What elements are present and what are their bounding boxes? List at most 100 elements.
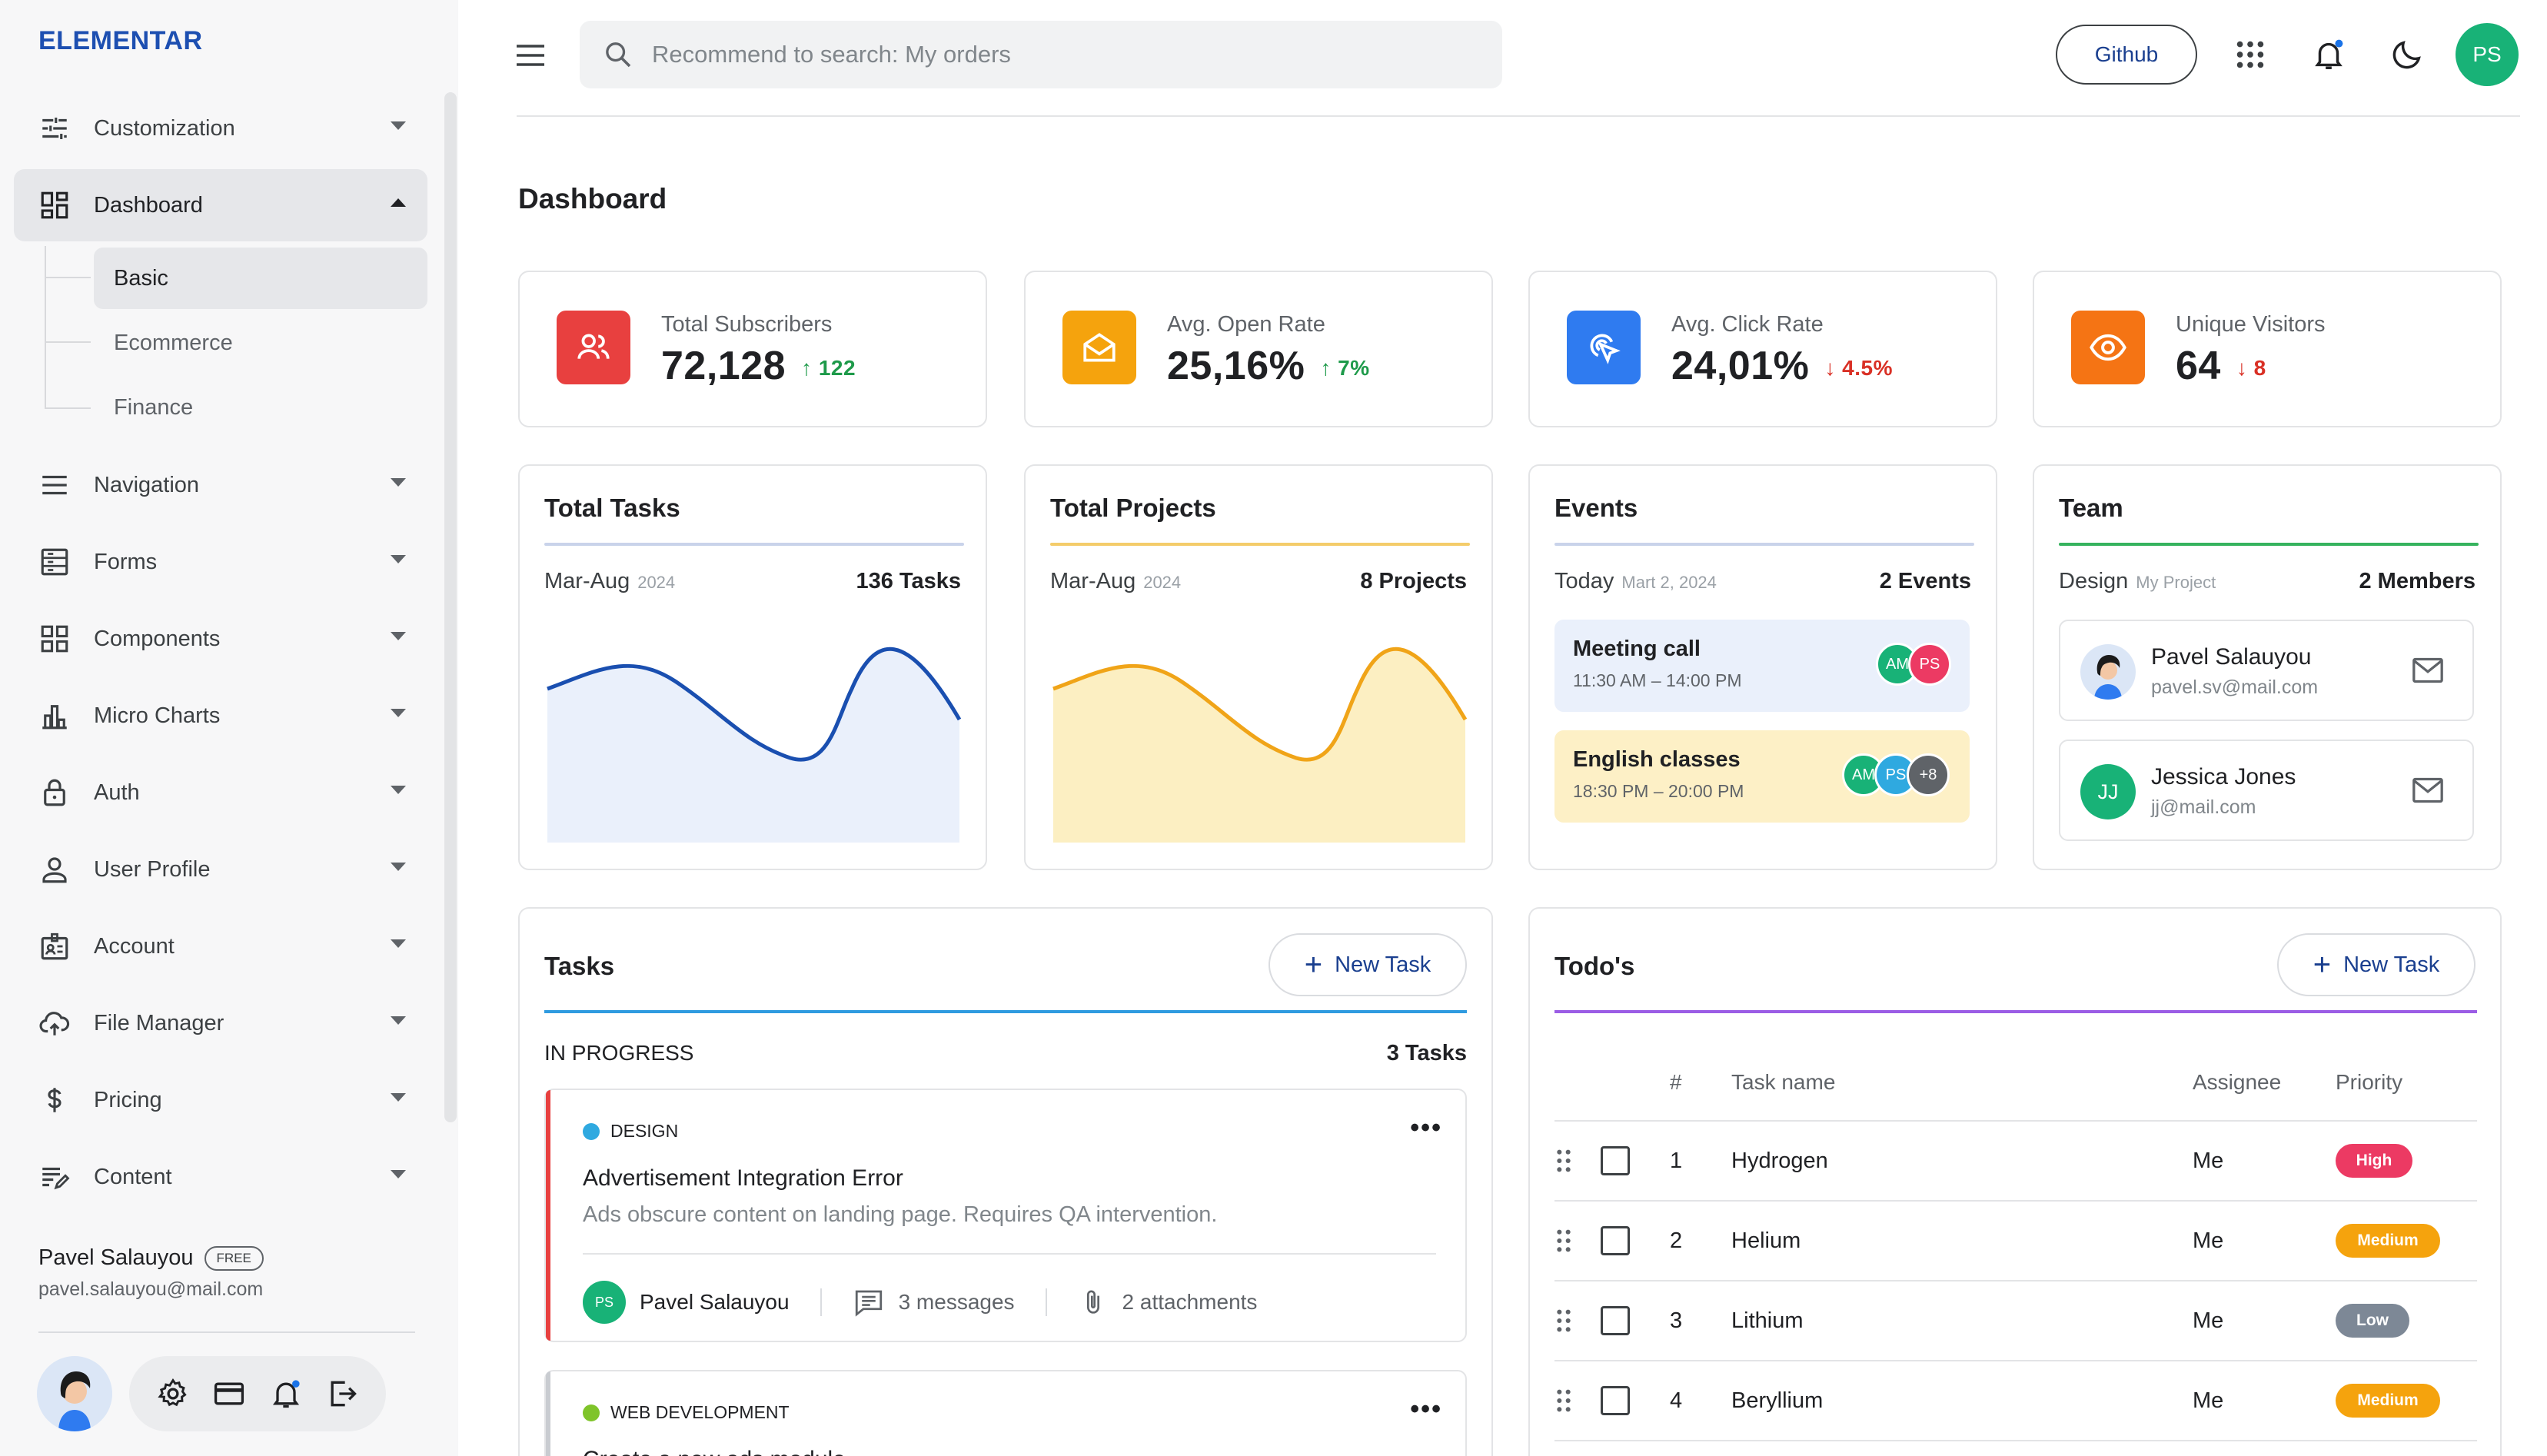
todos-panel: Todo's + New Task # Task name Assignee Pr… <box>1528 907 2502 1456</box>
attachment-icon <box>1086 1290 1099 1314</box>
row-number: 3 <box>1670 1281 1731 1361</box>
card-divider <box>544 543 964 546</box>
task-card[interactable]: WEB DEVELOPMENT ••• Create a new ads mod… <box>544 1370 1467 1456</box>
app-logo[interactable]: ELEMENTAR <box>38 26 203 56</box>
task-name: Hydrogen <box>1731 1121 2193 1202</box>
chevron-down-icon <box>391 478 406 487</box>
member-email: pavel.sv@mail.com <box>2151 676 2319 698</box>
sidebar-scrollbar[interactable] <box>444 92 457 1122</box>
attachments-count[interactable]: 2 attachments <box>1122 1290 1258 1315</box>
new-task-button[interactable]: + New Task <box>2277 933 2476 996</box>
edit-list-icon <box>42 1167 70 1190</box>
drag-handle-icon[interactable] <box>1554 1148 1573 1174</box>
mail-icon[interactable] <box>2411 775 2445 806</box>
more-options-icon[interactable]: ••• <box>1410 1395 1442 1424</box>
panel-title: Tasks <box>544 952 615 980</box>
sidebar-item-user-profile[interactable]: User Profile <box>14 833 427 906</box>
row-number: 2 <box>1670 1201 1731 1281</box>
sidebar-item-dashboard[interactable]: Dashboard <box>14 169 427 241</box>
card-title: Total Tasks <box>544 494 680 522</box>
event-item[interactable]: English classes 18:30 PM – 20:00 PM AM P… <box>1554 730 1970 823</box>
arrow-down-icon: ↓ <box>1824 356 1843 381</box>
gear-icon[interactable] <box>156 1377 190 1411</box>
col-task-name: Task name <box>1731 1044 2193 1122</box>
sidebar-subitem-ecommerce[interactable]: Ecommerce <box>94 312 427 374</box>
sidebar-subitem-finance[interactable]: Finance <box>94 377 427 438</box>
github-button[interactable]: Github <box>2056 25 2197 85</box>
dark-mode-moon-icon[interactable] <box>2389 37 2425 72</box>
task-title: Create a new ads module <box>583 1447 846 1456</box>
total-tasks-card: Total Tasks Mar-Aug 2024 136 Tasks <box>518 464 987 870</box>
period-year: 2024 <box>1143 573 1182 592</box>
row-checkbox[interactable] <box>1601 1386 1630 1415</box>
task-status-label: IN PROGRESS <box>544 1041 694 1065</box>
assignee: Me <box>2193 1361 2336 1441</box>
stat-card-open-rate: Avg. Open Rate 25,16% ↑ 7% <box>1024 271 1493 427</box>
notification-bell-icon[interactable] <box>2311 37 2346 72</box>
sidebar-item-forms[interactable]: Forms <box>14 526 427 598</box>
user-avatar[interactable]: PS <box>2456 23 2519 86</box>
stat-value: 24,01% <box>1671 344 1810 388</box>
bar-chart-icon <box>42 705 67 730</box>
tasks-area-chart <box>547 647 962 843</box>
search-bar[interactable] <box>580 21 1502 88</box>
drag-handle-icon[interactable] <box>1554 1388 1573 1414</box>
cloud-upload-icon <box>39 1012 70 1035</box>
avatar[interactable] <box>37 1356 112 1431</box>
stat-card-click-rate: Avg. Click Rate 24,01% ↓ 4.5% <box>1528 271 1997 427</box>
search-input[interactable] <box>652 41 1421 68</box>
drag-handle-icon[interactable] <box>1554 1308 1573 1334</box>
grid-icon <box>41 625 68 653</box>
sidebar-item-micro-charts[interactable]: Micro Charts <box>14 680 427 752</box>
sidebar-item-content[interactable]: Content <box>14 1141 427 1213</box>
period-year: 2024 <box>637 573 676 592</box>
notification-bell-icon[interactable] <box>269 1377 303 1411</box>
avatar-illustration <box>2094 655 2122 700</box>
sidebar-item-pricing[interactable]: Pricing <box>14 1064 427 1136</box>
assignee: Me <box>2193 1281 2336 1361</box>
chevron-down-icon <box>391 709 406 717</box>
sidebar-item-account[interactable]: Account <box>14 910 427 982</box>
row-checkbox[interactable] <box>1601 1226 1630 1255</box>
stat-card-subscribers: Total Subscribers 72,128 ↑ 122 <box>518 271 987 427</box>
stat-card-visitors: Unique Visitors 64 ↓ 8 <box>2033 271 2502 427</box>
dashboard-subnav: Basic Ecommerce Finance <box>14 246 427 440</box>
sidebar-subitem-basic[interactable]: Basic <box>94 248 427 309</box>
task-card[interactable]: DESIGN ••• Advertisement Integration Err… <box>544 1089 1467 1342</box>
hamburger-menu-icon[interactable] <box>514 40 547 71</box>
col-assignee: Assignee <box>2193 1044 2336 1122</box>
sidebar-item-navigation[interactable]: Navigation <box>14 449 427 521</box>
tasks-panel: Tasks + New Task IN PROGRESS 3 Tasks DESI… <box>518 907 1493 1456</box>
sidebar-item-label: Navigation <box>94 472 200 497</box>
apps-grid-icon[interactable] <box>2233 37 2268 72</box>
plus-icon: + <box>1304 947 1323 982</box>
new-task-button[interactable]: + New Task <box>1269 933 1467 996</box>
sidebar-item-file-manager[interactable]: File Manager <box>14 987 427 1059</box>
team-member[interactable]: Pavel Salauyou pavel.sv@mail.com <box>2059 620 2474 721</box>
plan-badge: FREE <box>204 1245 264 1271</box>
row-checkbox[interactable] <box>1601 1146 1630 1175</box>
mail-icon[interactable] <box>2411 655 2445 686</box>
divider <box>583 1253 1436 1255</box>
credit-card-icon[interactable] <box>212 1377 246 1411</box>
sidebar-item-components[interactable]: Components <box>14 603 427 675</box>
divider <box>1045 1288 1047 1316</box>
drag-handle-icon[interactable] <box>1554 1228 1573 1254</box>
event-item[interactable]: Meeting call 11:30 AM – 14:00 PM AM PS <box>1554 620 1970 712</box>
messages-count[interactable]: 3 messages <box>899 1290 1015 1315</box>
team-member[interactable]: JJ Jessica Jones jj@mail.com <box>2059 740 2474 841</box>
search-icon <box>606 42 631 68</box>
stat-label: Total Subscribers <box>661 312 833 337</box>
more-options-icon[interactable]: ••• <box>1410 1113 1442 1143</box>
row-checkbox[interactable] <box>1601 1306 1630 1335</box>
click-icon <box>1567 311 1641 384</box>
menu-icon <box>42 475 67 495</box>
panel-divider <box>1554 1010 2477 1013</box>
member-name: Pavel Salauyou <box>2151 644 2312 670</box>
sidebar-item-customization[interactable]: Customization <box>14 92 427 165</box>
card-title: Total Projects <box>1050 494 1216 522</box>
event-time: 11:30 AM – 14:00 PM <box>1573 670 1742 690</box>
logout-icon[interactable] <box>325 1377 359 1411</box>
sidebar-item-auth[interactable]: Auth <box>14 756 427 829</box>
period-label: Today <box>1554 569 1614 593</box>
